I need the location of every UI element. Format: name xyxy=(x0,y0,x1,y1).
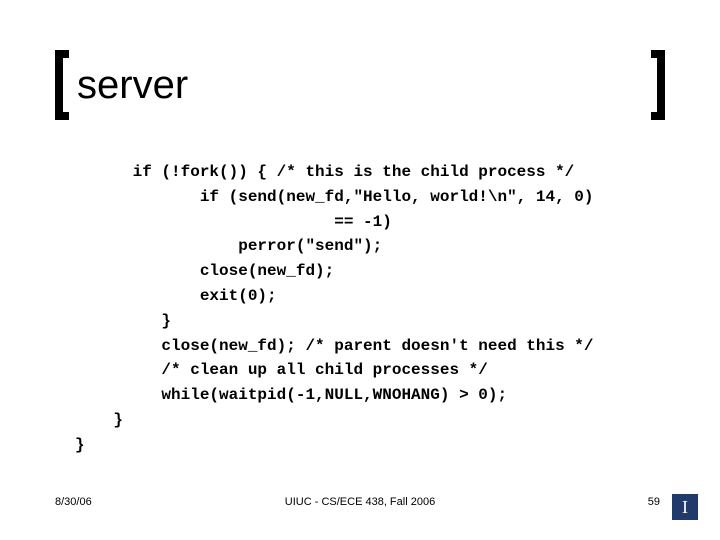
slide: server if (!fork()) { /* this is the chi… xyxy=(0,0,720,540)
title-bar: server xyxy=(55,50,665,120)
footer-page-number: 59 xyxy=(648,496,660,508)
slide-title: server xyxy=(69,63,196,108)
footer-center: UIUC - CS/ECE 438, Fall 2006 xyxy=(0,496,720,508)
logo-letter: I xyxy=(682,497,688,518)
uiuc-logo-icon: I xyxy=(672,494,698,520)
right-bracket-icon xyxy=(651,50,665,120)
left-bracket-icon xyxy=(55,50,69,120)
code-block: if (!fork()) { /* this is the child proc… xyxy=(75,160,675,458)
